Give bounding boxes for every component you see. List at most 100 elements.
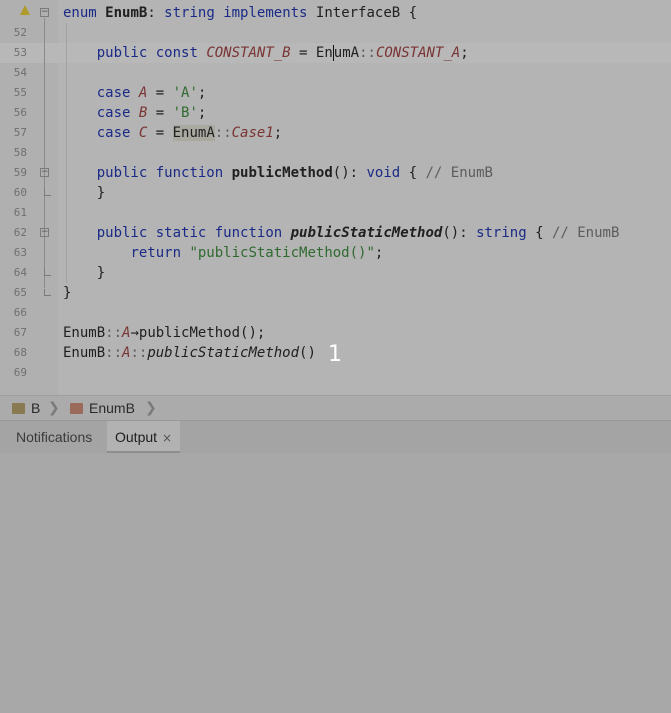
code-token: string — [476, 225, 527, 241]
code-token: = — [290, 45, 316, 61]
code-token: void — [366, 165, 401, 181]
code-text: public static function publicStaticMetho… — [63, 223, 620, 243]
code-line[interactable]: 59 public function publicMethod(): void … — [0, 163, 671, 183]
code-line[interactable]: 62 public static function publicStaticMe… — [0, 223, 671, 243]
overlay-mark: 1 — [328, 342, 342, 367]
code-token: public — [96, 225, 148, 241]
code-line[interactable]: 53 public const CONSTANT_B = EnumA::CONS… — [0, 43, 671, 63]
code-token: } — [63, 265, 106, 281]
code-line[interactable]: 67 EnumB::A→publicMethod(); — [0, 323, 671, 343]
line-number: 58 — [13, 146, 27, 159]
fold-end-icon[interactable] — [44, 269, 51, 276]
code-token: :: — [130, 345, 148, 361]
fold-collapse-icon[interactable]: − — [40, 168, 49, 177]
code-token: publicMethod — [231, 165, 333, 181]
line-number: 55 — [13, 86, 27, 99]
code-text: } — [63, 283, 71, 303]
code-token: EnumB — [105, 5, 148, 21]
code-token: (): — [332, 165, 367, 181]
code-line[interactable]: enum EnumB: string implements InterfaceB… — [0, 3, 671, 23]
code-token: = — [147, 125, 173, 141]
code-token: En — [315, 45, 333, 61]
code-text: } — [63, 183, 105, 203]
fold-end-icon[interactable] — [44, 289, 51, 296]
code-token: :: — [359, 45, 376, 61]
code-text: case A = 'A'; — [63, 83, 207, 103]
breadcrumb-item-namespace[interactable]: B — [12, 399, 40, 417]
code-line[interactable]: 63 return "publicStaticMethod()"; — [0, 243, 671, 263]
fold-collapse-icon[interactable]: − — [40, 228, 49, 237]
code-text: public function publicMethod(): void { /… — [63, 163, 493, 183]
tab-notifications[interactable]: Notifications — [8, 421, 100, 453]
code-token: EnumB — [63, 345, 106, 361]
line-number: 54 — [13, 66, 27, 79]
output-panel[interactable] — [0, 453, 671, 713]
code-token: case — [96, 125, 131, 141]
code-token: public — [96, 165, 148, 181]
warning-icon[interactable] — [20, 5, 30, 15]
line-number: 53 — [13, 46, 27, 59]
code-line[interactable]: 58 — [0, 143, 671, 163]
line-number: 69 — [13, 366, 27, 379]
code-token: { — [400, 165, 426, 181]
code-line[interactable]: 54 — [0, 63, 671, 83]
code-token: : — [147, 5, 165, 21]
line-number: 65 — [13, 286, 27, 299]
code-text: EnumB::A→publicMethod(); — [63, 323, 265, 343]
code-token: :: — [105, 345, 123, 361]
enum-icon — [70, 403, 83, 414]
code-token: () — [299, 345, 316, 361]
breadcrumb-label: B — [31, 400, 41, 416]
code-token: publicStaticMethod — [290, 225, 443, 241]
breadcrumb: B ❯ EnumB ❯ — [0, 395, 671, 420]
line-number: 57 — [13, 126, 27, 139]
line-number: 60 — [13, 186, 27, 199]
line-number: 68 — [13, 346, 27, 359]
line-number: 63 — [13, 246, 27, 259]
indent-guide — [66, 23, 67, 283]
line-number: 62 — [13, 226, 27, 239]
code-line[interactable]: 64 } — [0, 263, 671, 283]
code-text: case B = 'B'; — [63, 103, 207, 123]
code-line[interactable]: 55 case A = 'A'; — [0, 83, 671, 103]
code-token: 'B' — [172, 105, 198, 121]
code-line[interactable]: 61 — [0, 203, 671, 223]
code-line[interactable]: 65} — [0, 283, 671, 303]
code-line[interactable]: 60 } — [0, 183, 671, 203]
close-icon[interactable]: × — [162, 431, 172, 445]
code-text: public const CONSTANT_B = EnumA::CONSTAN… — [63, 43, 469, 63]
code-token: implements — [223, 5, 308, 21]
code-token: ; — [197, 85, 207, 101]
code-token: CONSTANT_A — [375, 45, 461, 61]
fold-end-icon[interactable] — [44, 189, 51, 196]
code-line[interactable]: 57 case C = EnumA::Case1; — [0, 123, 671, 143]
code-line[interactable]: 56 case B = 'B'; — [0, 103, 671, 123]
code-token: "publicStaticMethod()" — [189, 245, 375, 261]
code-token: (): — [442, 225, 477, 241]
code-token: publicMethod(); — [138, 325, 266, 341]
code-token: const — [155, 45, 198, 61]
code-line[interactable]: 66 — [0, 303, 671, 323]
line-number: 67 — [13, 326, 27, 339]
tab-output[interactable]: Output × — [107, 421, 181, 453]
code-editor[interactable]: enum EnumB: string implements InterfaceB… — [0, 0, 671, 395]
tool-window-tabs: Notifications Output × — [0, 421, 671, 453]
fold-collapse-icon[interactable]: − — [40, 8, 49, 17]
code-token: function — [155, 165, 224, 181]
code-line[interactable]: 52 — [0, 23, 671, 43]
code-text: enum EnumB: string implements InterfaceB… — [63, 3, 417, 23]
code-token: function — [214, 225, 283, 241]
breadcrumb-item-enum[interactable]: EnumB — [70, 399, 135, 417]
code-token: { — [526, 225, 552, 241]
code-token: CONSTANT_B — [206, 45, 291, 61]
